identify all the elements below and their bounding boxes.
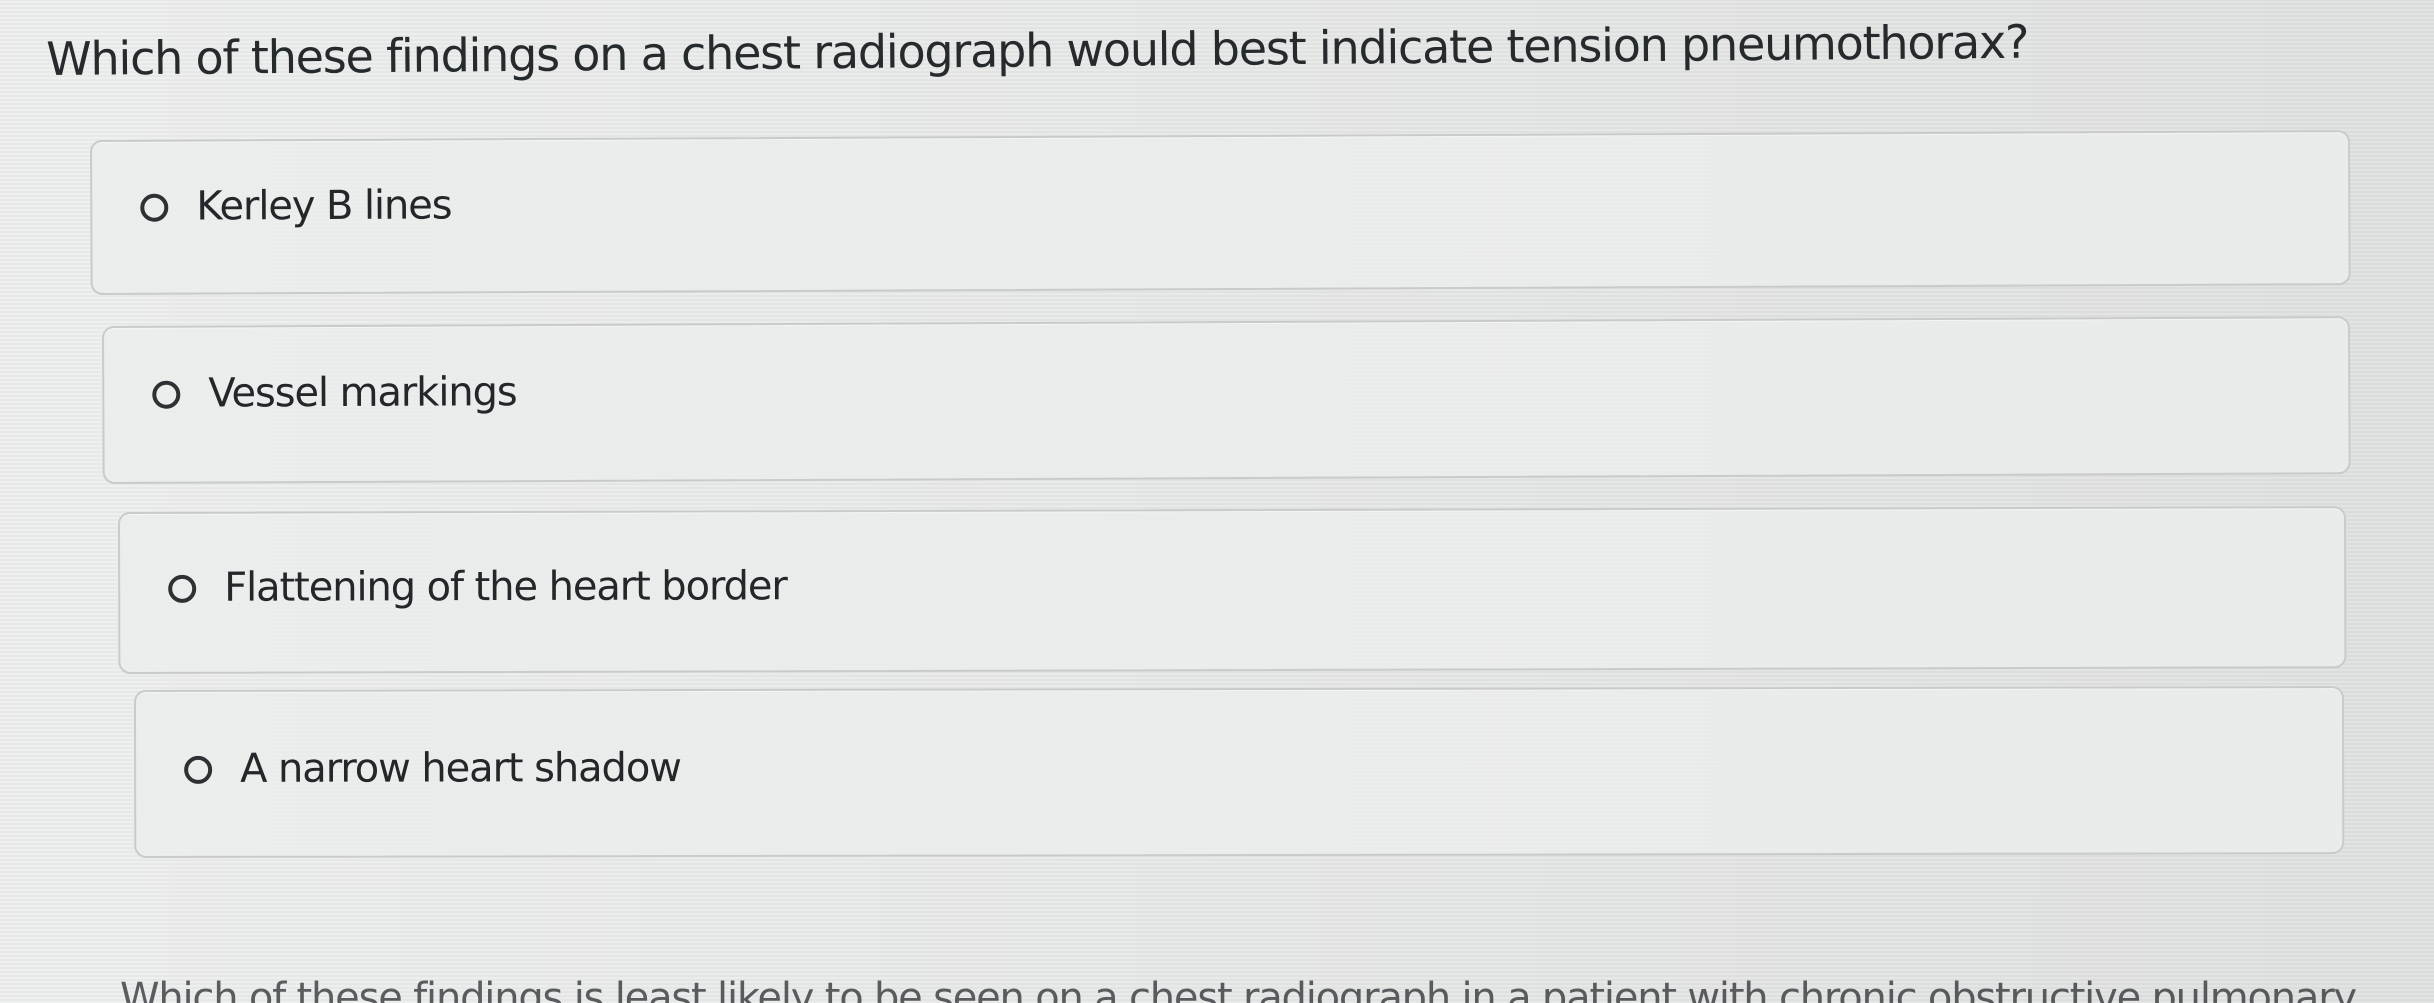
radio-button-icon[interactable] [140,193,169,222]
option-kerley-b-lines[interactable]: Kerley B lines [90,130,2351,295]
option-vessel-markings[interactable]: Vessel markings [102,316,2351,484]
answer-options: Kerley B lines Vessel markings Flattenin… [0,0,2434,1003]
radio-button-icon[interactable] [152,380,181,409]
option-label: Vessel markings [208,369,517,417]
next-question-partial-text: Which of these findings is least likely … [120,975,2357,1003]
option-narrow-heart-shadow[interactable]: A narrow heart shadow [134,686,2345,858]
option-label: Flattening of the heart border [224,563,787,611]
radio-button-icon[interactable] [168,574,197,603]
option-label: A narrow heart shadow [240,745,681,792]
option-flattening-heart-border[interactable]: Flattening of the heart border [118,506,2347,674]
radio-button-icon[interactable] [184,755,213,784]
option-label: Kerley B lines [196,181,452,230]
